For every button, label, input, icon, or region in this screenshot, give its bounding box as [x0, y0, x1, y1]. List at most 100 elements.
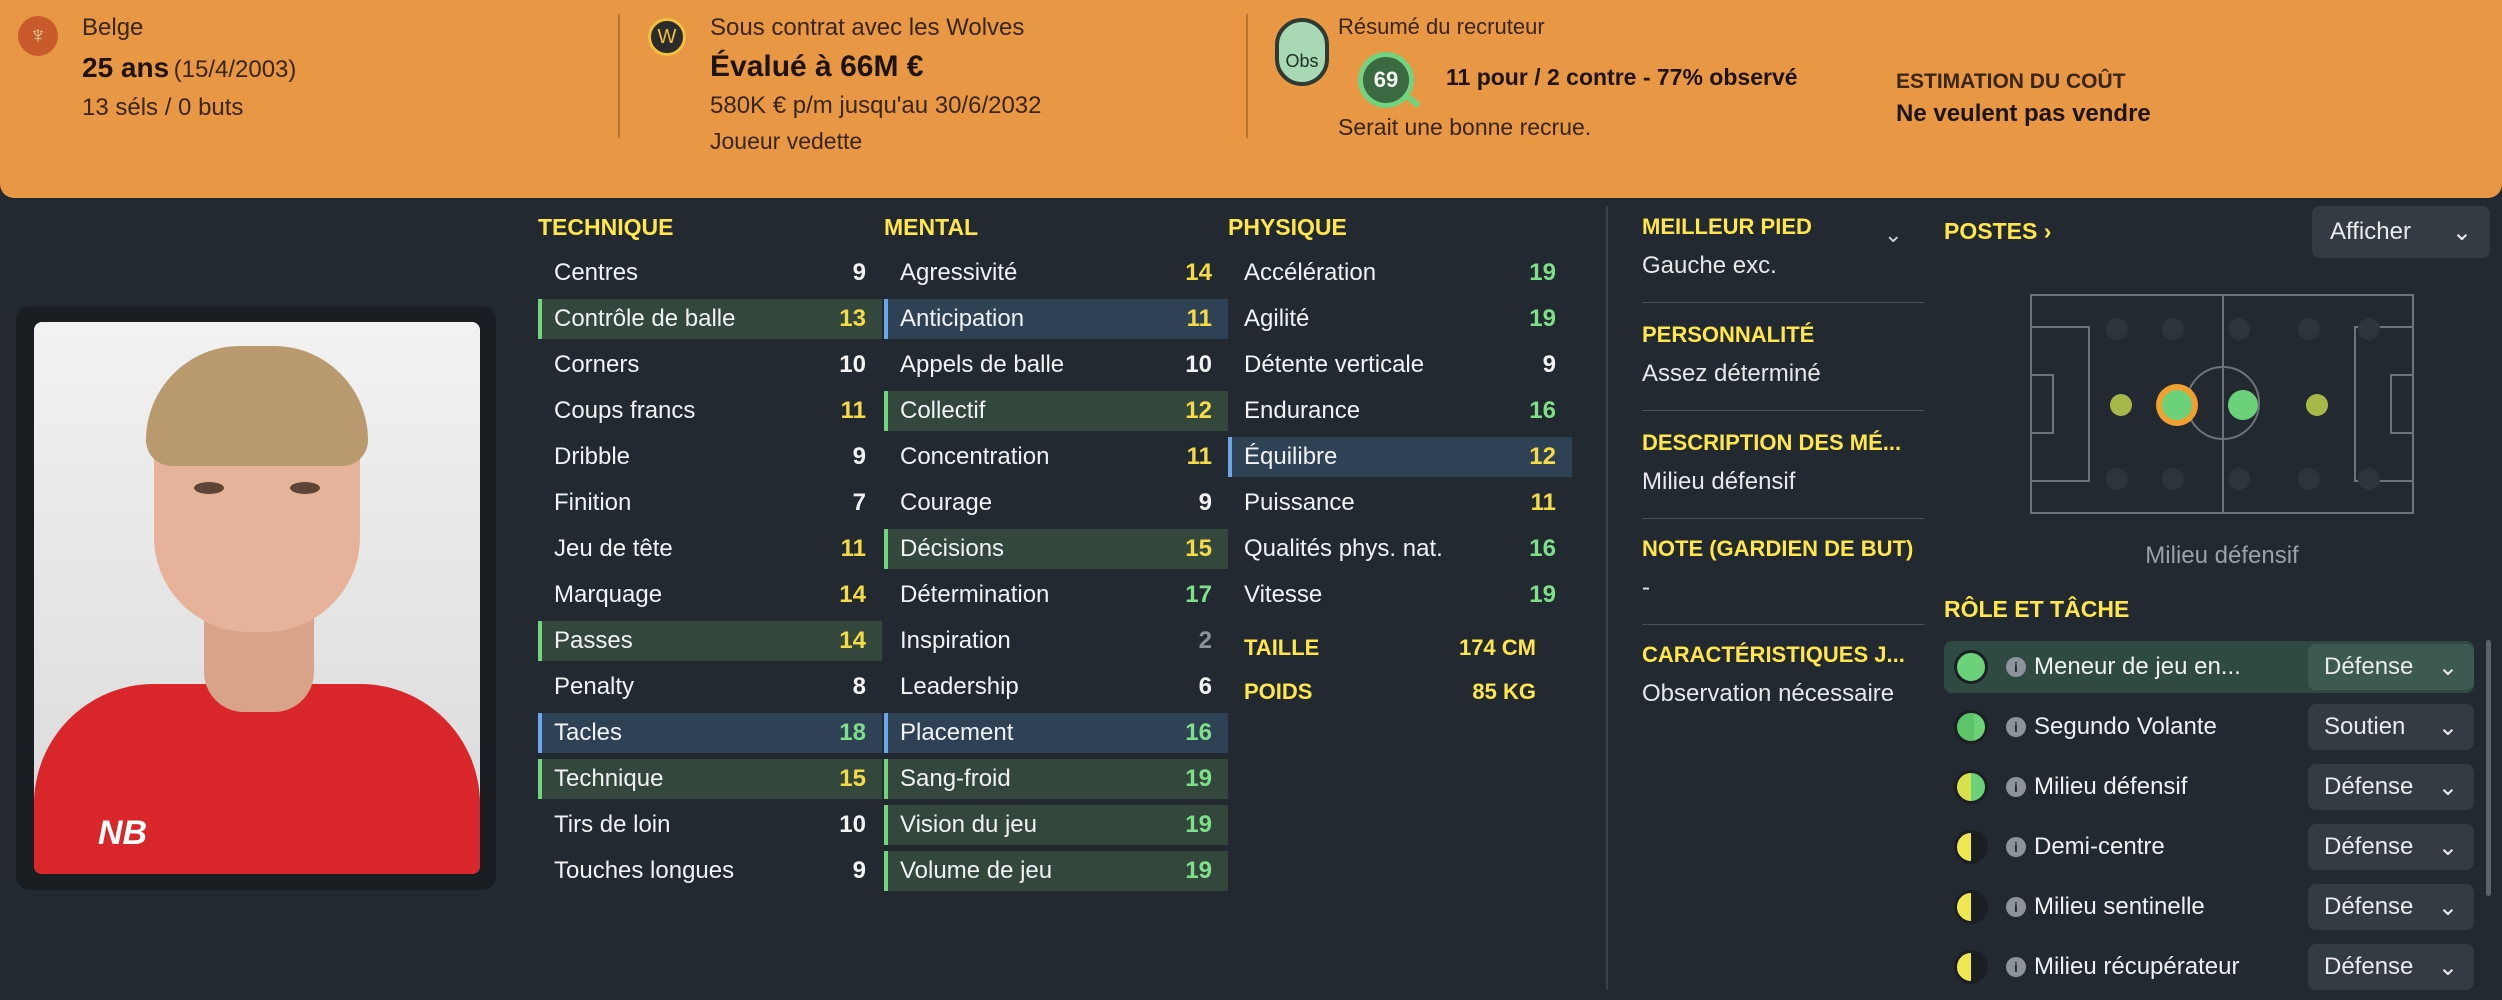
wolves-crest-icon[interactable]: W [648, 18, 686, 56]
attr-label: Vitesse [1244, 581, 1323, 608]
chevron-down-icon: ⌄ [2437, 833, 2458, 861]
attr-row-anticipation[interactable]: Anticipation 11 [884, 299, 1228, 339]
attr-row-touches-longues[interactable]: Touches longues 9 [538, 851, 882, 891]
attr-value: 8 [852, 673, 866, 700]
attr-row-sang-froid[interactable]: Sang-froid 19 [884, 759, 1228, 799]
attr-row-passes[interactable]: Passes 14 [538, 621, 882, 661]
attr-row-concentration[interactable]: Concentration 11 [884, 437, 1228, 477]
attr-label: Agilité [1244, 305, 1310, 332]
attr-row-courage[interactable]: Courage 9 [884, 483, 1228, 523]
attr-row-decisions[interactable]: Décisions 15 [884, 529, 1228, 569]
age: 25 ans [82, 52, 170, 83]
role-row[interactable]: i Meneur de jeu en... Défense ⌄ [1944, 641, 2474, 693]
attr-value: 6 [1198, 673, 1212, 700]
position-dot-natural[interactable] [2228, 390, 2258, 420]
attr-row-vitesse[interactable]: Vitesse 19 [1228, 575, 1572, 615]
contract-club[interactable]: Sous contrat avec les Wolves [710, 14, 1024, 42]
player-header: ♆ Belge 25 ans (15/4/2003) 13 séls / 0 b… [0, 0, 2502, 198]
attr-row-agilite[interactable]: Agilité 19 [1228, 299, 1572, 339]
role-row[interactable]: i Demi-centre Défense ⌄ [1944, 821, 2474, 873]
attr-row-controle-balle[interactable]: Contrôle de balle 13 [538, 299, 882, 339]
duty-dropdown[interactable]: Défense ⌄ [2308, 824, 2474, 870]
show-dropdown-label: Afficher [2330, 218, 2411, 245]
attr-row-penalty[interactable]: Penalty 8 [538, 667, 882, 707]
positions-title[interactable]: POSTES › [1944, 218, 2051, 245]
attr-row-vision-du-jeu[interactable]: Vision du jeu 19 [884, 805, 1228, 845]
info-icon[interactable]: i [2006, 837, 2026, 857]
duty-dropdown[interactable]: Soutien ⌄ [2308, 704, 2474, 750]
attr-row-equilibre[interactable]: Équilibre 12 [1228, 437, 1572, 477]
attr-label: Sang-froid [900, 765, 1011, 792]
position-dot-empty [2358, 468, 2380, 490]
attr-row-finition[interactable]: Finition 7 [538, 483, 882, 523]
duty-dropdown[interactable]: Défense ⌄ [2308, 644, 2474, 690]
duty-dropdown[interactable]: Défense ⌄ [2308, 764, 2474, 810]
attr-value: 11 [1186, 443, 1212, 470]
attr-row-dribble[interactable]: Dribble 9 [538, 437, 882, 477]
duty-dropdown[interactable]: Défense ⌄ [2308, 884, 2474, 930]
scout-comment: Serait une bonne recrue. [1338, 114, 1592, 140]
attr-value: 10 [1185, 351, 1212, 378]
attr-row-technique[interactable]: Technique 15 [538, 759, 882, 799]
attr-row-acceleration[interactable]: Accélération 19 [1228, 253, 1572, 293]
attr-label: Coups francs [554, 397, 696, 424]
info-icon[interactable]: i [2006, 777, 2026, 797]
attr-value: 12 [1185, 397, 1212, 424]
role-row[interactable]: i Segundo Volante Soutien ⌄ [1944, 701, 2474, 753]
duty-dropdown[interactable]: Défense ⌄ [2308, 944, 2474, 990]
position-dot-empty [2298, 468, 2320, 490]
player-value: Évalué à 66M € [710, 50, 924, 83]
goalkeeper-rating-value: - [1642, 574, 1650, 601]
show-dropdown-button[interactable]: Afficher ⌄ [2312, 206, 2490, 258]
column-divider [1606, 206, 1608, 990]
role-name: Milieu sentinelle [2034, 893, 2205, 920]
position-dot-natural[interactable] [2162, 390, 2192, 420]
position-dot-competent[interactable] [2306, 394, 2328, 416]
media-description-block[interactable]: DESCRIPTION DES MÉ... Milieu défensif [1642, 430, 1924, 496]
attr-row-placement[interactable]: Placement 16 [884, 713, 1228, 753]
info-icon[interactable]: i [2006, 657, 2026, 677]
attr-row-endurance[interactable]: Endurance 16 [1228, 391, 1572, 431]
roles-scrollbar[interactable] [2486, 640, 2491, 896]
chevron-down-icon[interactable]: ⌄ [1884, 222, 1902, 248]
attr-row-leadership[interactable]: Leadership 6 [884, 667, 1228, 707]
cost-estimate-title: ESTIMATION DU COÛT [1896, 70, 2126, 93]
info-icon[interactable]: i [2006, 717, 2026, 737]
attr-row-detente-verticale[interactable]: Détente verticale 9 [1228, 345, 1572, 385]
position-dot-competent[interactable] [2110, 394, 2132, 416]
attr-row-puissance[interactable]: Puissance 11 [1228, 483, 1572, 523]
attr-value: 13 [839, 305, 866, 332]
attr-value: 12 [1529, 443, 1556, 470]
attr-row-qualites-phys-nat[interactable]: Qualités phys. nat. 16 [1228, 529, 1572, 569]
info-icon[interactable]: i [2006, 957, 2026, 977]
attr-row-appels-de-balle[interactable]: Appels de balle 10 [884, 345, 1228, 385]
attr-row-collectif[interactable]: Collectif 12 [884, 391, 1228, 431]
player-traits-value: Observation nécessaire [1642, 680, 1895, 707]
attr-row-tacles[interactable]: Tacles 18 [538, 713, 882, 753]
attr-row-coups-francs[interactable]: Coups francs 11 [538, 391, 882, 431]
attr-row-marquage[interactable]: Marquage 14 [538, 575, 882, 615]
attr-row-volume-de-jeu[interactable]: Volume de jeu 19 [884, 851, 1228, 891]
international-caps[interactable]: 13 séls / 0 buts [82, 94, 243, 122]
player-traits-block[interactable]: CARACTÉRISTIQUES J... Observation nécess… [1642, 642, 1924, 708]
attr-label: Détente verticale [1244, 351, 1425, 378]
attr-row-inspiration[interactable]: Inspiration 2 [884, 621, 1228, 661]
date-of-birth: (15/4/2003) [173, 56, 297, 83]
role-row[interactable]: i Milieu défensif Défense ⌄ [1944, 761, 2474, 813]
attr-label: Vision du jeu [900, 811, 1037, 838]
attr-row-corners[interactable]: Corners 10 [538, 345, 882, 385]
attr-row-jeu-de-tete[interactable]: Jeu de tête 11 [538, 529, 882, 569]
attr-row-agressivite[interactable]: Agressivité 14 [884, 253, 1228, 293]
chevron-down-icon: ⌄ [2437, 713, 2458, 741]
role-suitability-icon [1954, 830, 1988, 864]
attr-row-tirs-de-loin[interactable]: Tirs de loin 10 [538, 805, 882, 845]
info-icon[interactable]: i [2006, 897, 2026, 917]
personality-value: Assez déterminé [1642, 360, 1821, 387]
role-row[interactable]: i Milieu récupérateur Défense ⌄ [1944, 941, 2474, 993]
role-row[interactable]: i Milieu sentinelle Défense ⌄ [1944, 881, 2474, 933]
attr-row-determination[interactable]: Détermination 17 [884, 575, 1228, 615]
role-suitability-icon [1954, 710, 1988, 744]
role-name: Milieu défensif [2034, 773, 2188, 800]
attr-row-centres[interactable]: Centres 9 [538, 253, 882, 293]
attr-label: Volume de jeu [900, 857, 1053, 884]
